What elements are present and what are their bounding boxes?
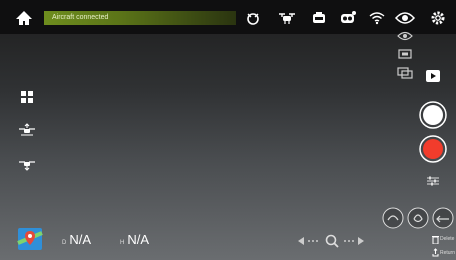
camera-icon[interactable] bbox=[338, 9, 358, 27]
camera-switch-icon[interactable] bbox=[396, 66, 414, 80]
remote-controller-icon[interactable] bbox=[244, 10, 262, 26]
distance-prefix: D bbox=[62, 240, 67, 246]
height-readout: H N/A bbox=[120, 232, 149, 247]
mode-button-3[interactable] bbox=[432, 207, 454, 229]
grid-icon[interactable] bbox=[18, 88, 36, 106]
distance-readout: D N/A bbox=[62, 232, 91, 247]
home-icon[interactable] bbox=[14, 9, 34, 27]
record-button[interactable] bbox=[419, 135, 447, 163]
return-label: Return bbox=[440, 250, 456, 256]
camera-settings-icon[interactable] bbox=[424, 174, 442, 188]
distance-value: N/A bbox=[69, 232, 92, 247]
takeoff-icon[interactable] bbox=[16, 122, 38, 138]
drone-icon[interactable] bbox=[276, 10, 298, 26]
overlay-icon[interactable] bbox=[396, 48, 414, 60]
height-value: N/A bbox=[127, 232, 150, 247]
playback-icon[interactable] bbox=[424, 68, 442, 84]
map-icon[interactable] bbox=[16, 226, 44, 252]
delete-label: Delete bbox=[440, 236, 455, 242]
eye-icon[interactable] bbox=[396, 30, 414, 42]
wifi-icon bbox=[368, 10, 386, 26]
mode-button-2[interactable] bbox=[407, 207, 429, 229]
height-prefix: H bbox=[120, 240, 125, 246]
shutter-button[interactable] bbox=[419, 101, 447, 129]
landing-icon[interactable] bbox=[16, 156, 38, 172]
connection-status: Aircraft connected bbox=[44, 11, 236, 25]
battery-icon bbox=[310, 10, 328, 26]
mode-button-1[interactable] bbox=[382, 207, 404, 229]
settings-icon[interactable] bbox=[428, 9, 448, 27]
delete-icon[interactable] bbox=[431, 234, 439, 244]
zoom-search-icon[interactable] bbox=[296, 233, 366, 249]
return-icon[interactable] bbox=[431, 247, 439, 257]
eye-icon[interactable] bbox=[394, 9, 416, 27]
